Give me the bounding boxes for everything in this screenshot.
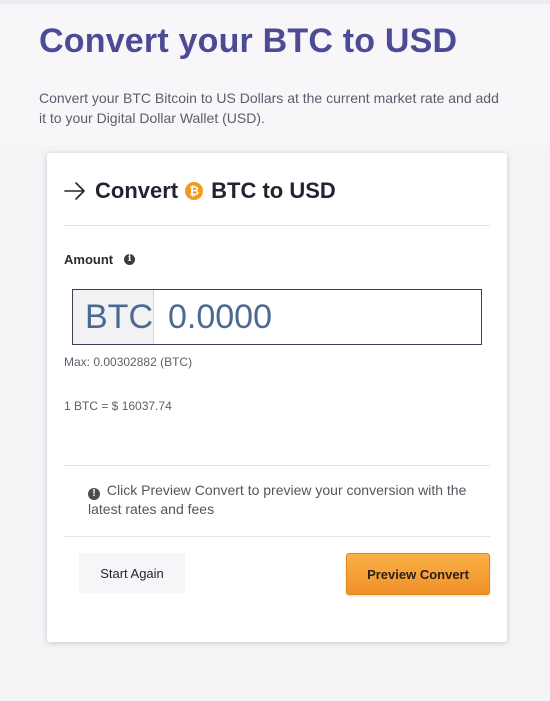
amount-label-text: Amount <box>64 252 114 267</box>
preview-notice: ! Click Preview Convert to preview your … <box>88 481 478 519</box>
page-header: Convert your BTC to USD Convert your BTC… <box>0 0 550 145</box>
card-title: Convert ₿ BTC to USD <box>63 177 336 205</box>
amount-field: BTC <box>72 289 550 345</box>
page-title: Convert your BTC to USD <box>39 22 458 60</box>
card-title-prefix: Convert <box>95 178 179 203</box>
bitcoin-icon: ₿ <box>185 182 204 200</box>
preview-convert-button[interactable]: Preview Convert <box>346 553 490 595</box>
convert-card: Convert ₿ BTC to USD Amount i BTC Max: 0… <box>47 153 550 642</box>
amount-input[interactable] <box>154 290 550 344</box>
currency-prefix: BTC <box>73 290 154 344</box>
notice-divider-top <box>64 465 490 466</box>
title-divider <box>64 225 490 226</box>
info-icon[interactable]: i <box>124 254 136 265</box>
arrow-right-icon <box>64 182 85 200</box>
card-title-suffix: BTC to USD <box>211 178 336 203</box>
exchange-rate-text: 1 BTC = $ 16037.74 <box>64 399 172 413</box>
start-again-button[interactable]: Start Again <box>79 553 185 593</box>
notice-divider-bottom <box>64 536 490 537</box>
exclamation-circle-icon: ! <box>88 488 100 500</box>
amount-label: Amount i <box>64 252 136 267</box>
max-amount-text: Max: 0.00302882 (BTC) <box>64 355 193 369</box>
preview-notice-text: Click Preview Convert to preview your co… <box>88 482 467 517</box>
page-description: Convert your BTC Bitcoin to US Dollars a… <box>39 90 499 126</box>
